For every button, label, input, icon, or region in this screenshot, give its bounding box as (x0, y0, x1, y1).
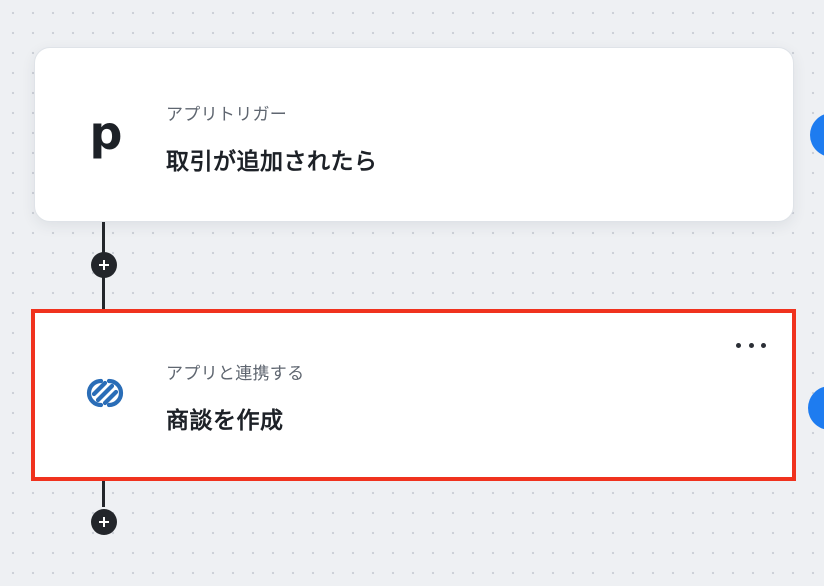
zoho-crm-logo-icon (75, 367, 135, 419)
svg-text:p: p (90, 108, 123, 160)
menu-dot (736, 342, 741, 348)
trigger-edge-handle[interactable] (810, 113, 824, 157)
more-horizontal-icon[interactable] (736, 337, 766, 353)
menu-dot (761, 342, 766, 348)
pipedrive-logo-icon: p (80, 108, 132, 160)
action-step-title: 商談を作成 (166, 408, 284, 434)
add-step-button[interactable] (91, 509, 117, 535)
trigger-step-card[interactable]: p アプリトリガー 取引が追加されたら (34, 47, 794, 222)
plus-icon (99, 517, 109, 527)
trigger-step-type-label: アプリトリガー (166, 105, 288, 125)
action-step-type-label: アプリと連携する (166, 364, 305, 384)
flow-connector-line (102, 481, 105, 507)
plus-icon (99, 260, 109, 270)
add-step-button[interactable] (91, 252, 117, 278)
trigger-step-title: 取引が追加されたら (166, 149, 378, 175)
action-edge-handle[interactable] (808, 386, 824, 430)
action-step-card[interactable]: アプリと連携する 商談を作成 (31, 309, 796, 481)
menu-dot (748, 342, 754, 348)
